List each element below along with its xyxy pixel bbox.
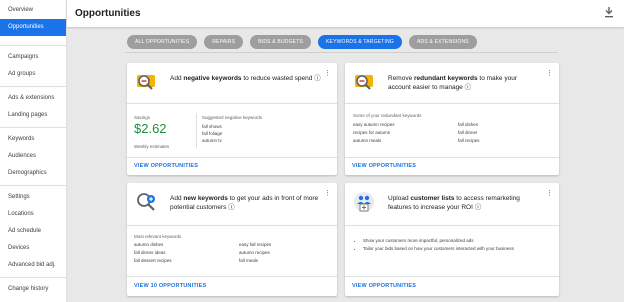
title-text: to reduce wasted spend ⓘ [241, 75, 321, 82]
sidebar-divider [0, 127, 66, 128]
savings-value: $2.62 [134, 121, 167, 136]
list-item: fall foliage [202, 131, 223, 136]
chip-keywords-targeting[interactable]: KEYWORDS & TARGETING [318, 35, 402, 49]
card-negative-keywords: Add negative keywords to reduce wasted s… [127, 63, 337, 175]
card-title: Upload customer lists to access remarket… [388, 194, 538, 212]
sidebar-item-campaigns[interactable]: Campaigns [0, 49, 66, 66]
title-emphasis: redundant keywords [414, 75, 478, 82]
list-item: fall recipes [458, 138, 480, 143]
title-text: Upload [388, 195, 411, 202]
column-divider [196, 113, 197, 148]
list-item: fall dishes [458, 122, 479, 127]
card-title: Add new keywords to get your ads in fron… [170, 194, 320, 212]
sidebar-item-devices[interactable]: Devices [0, 240, 66, 257]
more-options-icon[interactable]: ⋮ [324, 70, 331, 77]
sidebar-item-audiences[interactable]: Audiences [0, 148, 66, 165]
view-opportunities-link[interactable]: VIEW OPPORTUNITIES [134, 163, 198, 169]
sidebar-item-ad-groups[interactable]: Ad groups [0, 66, 66, 83]
card-divider [345, 103, 559, 104]
card-title: Add negative keywords to reduce wasted s… [170, 74, 330, 83]
sidebar-divider [0, 185, 66, 186]
sidebar-item-locations[interactable]: Locations [0, 206, 66, 223]
card-divider [127, 276, 337, 277]
magnifier-minus-icon [137, 75, 155, 90]
list-item: recipes for autumn [353, 130, 391, 135]
list-item: fall meals [239, 258, 259, 263]
more-options-icon[interactable]: ⋮ [546, 70, 553, 77]
list-item: easy autumn recipes [353, 122, 395, 127]
sidebar-divider [0, 45, 66, 46]
card-new-keywords: Add new keywords to get your ads in fron… [127, 183, 337, 296]
view-opportunities-link[interactable]: VIEW 10 OPPORTUNITIES [134, 283, 206, 289]
sidebar-divider [0, 86, 66, 87]
sidebar-item-advanced-bid-adj[interactable]: Advanced bid adj. [0, 257, 66, 274]
benefit-list: Show your customers more impactful, pers… [355, 238, 553, 254]
list-item: autumn tv [202, 138, 222, 143]
title-text: Remove [388, 75, 415, 82]
page-header: Opportunities [67, 0, 624, 27]
title-emphasis: customer lists [410, 195, 455, 202]
list-item: Tailor your bids based on how your custo… [363, 246, 553, 252]
sidebar-item-overview[interactable]: Overview [0, 2, 66, 19]
sidebar-item-change-history[interactable]: Change history [0, 281, 66, 298]
title-emphasis: negative keywords [183, 75, 242, 82]
card-divider [345, 225, 559, 226]
list-label: Most relevant keywords [134, 234, 182, 239]
list-item: fall dinner ideas [134, 250, 166, 255]
sidebar-nav: Overview Opportunities Campaigns Ad grou… [0, 0, 67, 302]
list-label: Suggested negative keywords [202, 115, 263, 120]
sidebar-item-keywords[interactable]: Keywords [0, 131, 66, 148]
title-emphasis: new keywords [183, 195, 228, 202]
sidebar-item-settings[interactable]: Settings [0, 189, 66, 206]
chip-all-opportunities[interactable]: ALL OPPORTUNITIES [127, 35, 198, 49]
list-item: autumn meals [353, 138, 382, 143]
card-divider [127, 225, 337, 226]
list-item: fall dinner [458, 130, 478, 135]
chip-ads-extensions[interactable]: ADS & EXTENSIONS [409, 35, 477, 49]
sidebar-item-opportunities[interactable]: Opportunities [0, 19, 66, 36]
list-item: easy fall recipes [239, 242, 272, 247]
list-label: Some of your redundant keywords [353, 113, 422, 118]
savings-label: Savings [134, 115, 151, 120]
list-item: fall shows [202, 124, 222, 129]
sidebar-item-ads-extensions[interactable]: Ads & extensions [0, 90, 66, 107]
list-item: autumn recipes [239, 250, 270, 255]
page-title: Opportunities [75, 8, 141, 19]
more-options-icon[interactable]: ⋮ [546, 190, 553, 197]
chip-repairs[interactable]: REPAIRS [204, 35, 244, 49]
filter-chip-group: ALL OPPORTUNITIES REPAIRS BIDS & BUDGETS… [127, 35, 477, 49]
card-divider [345, 157, 559, 158]
chip-bids-budgets[interactable]: BIDS & BUDGETS [250, 35, 311, 49]
magnifier-plus-icon [137, 193, 155, 211]
view-opportunities-link[interactable]: VIEW OPPORTUNITIES [352, 283, 416, 289]
list-item: autumn dishes [134, 242, 164, 247]
savings-subtext: Weekly estimates [134, 144, 170, 149]
sidebar-item-demographics[interactable]: Demographics [0, 165, 66, 182]
list-item: fall dessert recipes [134, 258, 172, 263]
card-divider [127, 157, 337, 158]
card-title: Remove redundant keywords to make your a… [388, 74, 538, 92]
list-item: Show your customers more impactful, pers… [363, 238, 553, 244]
customer-list-icon [354, 192, 374, 212]
card-customer-lists: Upload customer lists to access remarket… [345, 183, 559, 296]
more-options-icon[interactable]: ⋮ [324, 190, 331, 197]
card-redundant-keywords: Remove redundant keywords to make your a… [345, 63, 559, 175]
download-icon[interactable] [604, 6, 614, 18]
sidebar-item-ad-schedule[interactable]: Ad schedule [0, 223, 66, 240]
sidebar-item-landing-pages[interactable]: Landing pages [0, 107, 66, 124]
card-divider [127, 103, 337, 104]
sidebar-divider [0, 277, 66, 278]
title-text: Add [170, 195, 184, 202]
title-text: Add [170, 75, 184, 82]
chip-divider [125, 52, 558, 53]
card-divider [345, 276, 559, 277]
magnifier-minus-icon [355, 75, 373, 90]
view-opportunities-link[interactable]: VIEW OPPORTUNITIES [352, 163, 416, 169]
